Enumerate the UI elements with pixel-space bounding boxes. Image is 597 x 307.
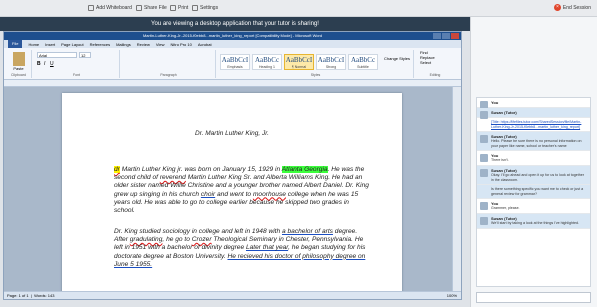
page-count: Page: 1 of 1 <box>7 293 29 298</box>
font-size-select[interactable]: 12 <box>79 52 91 58</box>
session-toolbar: Add Whiteboard Share File Print Settings… <box>0 0 597 17</box>
change-styles-button[interactable]: Change Styles <box>384 56 410 61</box>
styles-label: Styles <box>310 73 321 77</box>
tab-acrobat[interactable]: Acrobat <box>198 42 212 47</box>
sharing-banner: You are viewing a desktop application th… <box>0 17 470 31</box>
style-emphasis[interactable]: AaBbCcI Emphasis <box>220 54 250 70</box>
zoom-level[interactable]: 100% <box>447 292 457 300</box>
add-whiteboard-button[interactable]: Add Whiteboard <box>88 5 132 11</box>
editing-label: Editing <box>429 73 441 77</box>
add-whiteboard-label: Add Whiteboard <box>96 5 132 11</box>
styles-group: AaBbCcI Emphasis AaBbCc Heading 1 AaBbCcI ¶… <box>218 50 414 78</box>
vertical-scrollbar[interactable] <box>452 87 461 293</box>
chat-message: [Title: https://lifefiles.tutor.com/Shar… <box>477 118 590 133</box>
chat-message: You There isn't. <box>477 151 590 166</box>
font-group: Arial 12 B I U Font <box>34 50 120 78</box>
shared-file-link[interactable]: [Title: https://lifefiles.tutor.com/Shar… <box>491 120 587 129</box>
paste-icon[interactable] <box>12 52 25 66</box>
share-file-label: Share File <box>144 5 167 11</box>
paragraph-1: dr Martin Luther King jr. was born on Ja… <box>114 166 369 215</box>
word-title-bar: Martin-Luther-King-Jr.-2015-f0ebb8...mar… <box>4 32 461 40</box>
tab-insert[interactable]: Insert <box>45 42 55 47</box>
end-session-button[interactable]: × End Session <box>553 4 591 11</box>
ribbon-tabs: File Home Insert Page Layout References … <box>4 40 461 48</box>
tab-nitro[interactable]: Nitro Pro 10 <box>170 42 191 47</box>
close-icon: × <box>553 4 561 11</box>
paragraph-group: Paragraph <box>122 50 216 78</box>
printer-icon <box>170 5 176 11</box>
tab-mailings[interactable]: Mailings <box>116 42 131 47</box>
avatar <box>480 202 488 211</box>
print-button[interactable]: Print <box>170 5 188 11</box>
gear-icon <box>192 5 198 11</box>
chat-message: Susan (Tutor) Okay. I'll go ahead and ope… <box>477 165 590 186</box>
editing-group: Find Replace Select Editing <box>416 50 454 78</box>
print-label: Print <box>178 5 189 11</box>
settings-button[interactable]: Settings <box>192 5 218 11</box>
tab-file[interactable]: File <box>8 40 23 48</box>
underline-icon[interactable]: U <box>50 61 54 67</box>
tab-view[interactable]: View <box>156 42 165 47</box>
tab-review[interactable]: Review <box>137 42 150 47</box>
avatar <box>480 168 488 177</box>
select-button[interactable]: Select <box>420 60 454 65</box>
tab-home[interactable]: Home <box>28 42 39 47</box>
tab-references[interactable]: References <box>90 42 110 47</box>
settings-label: Settings <box>200 5 219 11</box>
chat-message: You Grammer, please. <box>477 199 590 214</box>
share-icon <box>136 5 142 11</box>
chat-message: You <box>477 98 590 109</box>
avatar <box>480 216 488 225</box>
document-title: Dr. Martin Luther King, Jr. <box>195 130 269 137</box>
share-file-button[interactable]: Share File <box>136 5 167 11</box>
document-page[interactable]: Dr. Martin Luther King, Jr. dr Martin Lu… <box>62 93 402 293</box>
style-subtitle[interactable]: AaBbCc Subtitle <box>348 54 378 70</box>
plus-icon <box>88 5 94 11</box>
chat-message: Susan (Tutor) Hello. Please be sure there… <box>477 132 590 152</box>
document-area: Dr. Martin Luther King, Jr. dr Martin Lu… <box>4 87 454 293</box>
style-heading-1[interactable]: AaBbCc Heading 1 <box>252 54 282 70</box>
style-strong[interactable]: AaBbCcI Strong <box>316 54 346 70</box>
clipboard-group: Paste Clipboard <box>6 50 32 78</box>
italic-icon[interactable]: I <box>44 61 45 67</box>
avatar <box>480 135 488 144</box>
tab-page-layout[interactable]: Page Layout <box>61 42 83 47</box>
word-window-title: Martin-Luther-King-Jr.-2015-f0ebb8...mar… <box>142 33 323 38</box>
close-window-icon[interactable] <box>451 33 459 39</box>
chat-input[interactable] <box>476 292 591 303</box>
chat-message: Is there something specific you want me … <box>477 185 590 200</box>
paste-label: Paste <box>13 66 24 71</box>
style-normal[interactable]: AaBbCcI ¶ Normal <box>284 54 314 70</box>
chat-message: Susan (Tutor) <box>477 108 590 119</box>
clipboard-label: Clipboard <box>11 73 26 77</box>
chat-message: Susan (Tutor) We'll start by taking a loo… <box>477 213 590 229</box>
shared-word-window: Martin-Luther-King-Jr.-2015-f0ebb8...mar… <box>3 31 462 300</box>
font-name-select[interactable]: Arial <box>37 52 77 58</box>
end-session-label: End Session <box>562 4 591 11</box>
paragraph-2: Dr. King studied sociology in college an… <box>114 228 366 268</box>
maximize-icon[interactable] <box>442 33 450 39</box>
ribbon: Paste Clipboard Arial 12 B I U Font Para… <box>4 48 461 80</box>
chat-panel: You Susan (Tutor) [Title: https://lifefi… <box>470 17 597 307</box>
word-count: Words: 143 <box>34 293 55 298</box>
ruler <box>4 80 461 87</box>
minimize-icon[interactable] <box>433 33 441 39</box>
avatar <box>480 154 488 163</box>
status-bar: Page: 1 of 1 | Words: 143 100% <box>4 291 461 299</box>
bold-icon[interactable]: B <box>37 61 41 67</box>
chat-messages: You Susan (Tutor) [Title: https://lifefi… <box>476 97 591 287</box>
font-label: Font <box>72 73 80 77</box>
paragraph-label: Paragraph <box>160 73 177 77</box>
